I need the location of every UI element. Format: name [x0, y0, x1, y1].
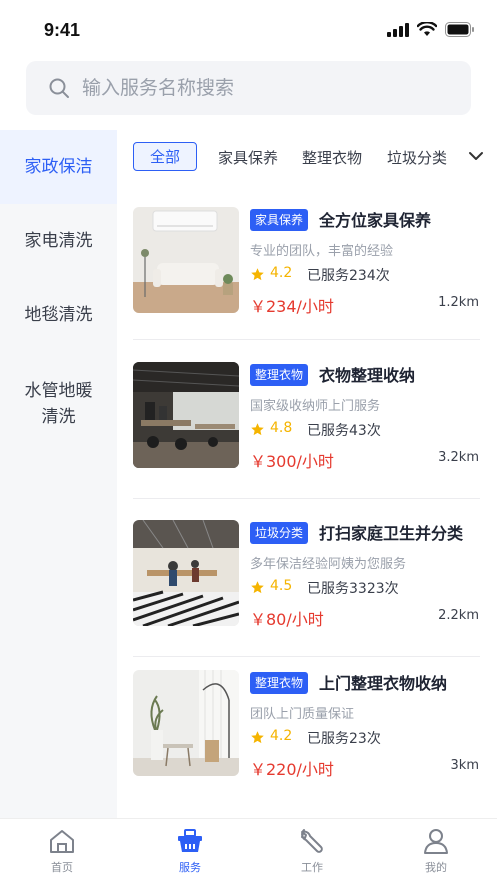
star-icon	[251, 731, 264, 744]
service-card[interactable]: 整理衣物 上门整理衣物收纳 团队上门质量保证 4.2 已服务23次 ￥220/小…	[133, 670, 479, 780]
service-price: ￥234/小时	[250, 297, 334, 316]
search-bar[interactable]	[26, 61, 471, 115]
service-distance: 2.2km	[438, 608, 479, 623]
sidebar-item-pipe-heating-cleaning[interactable]: 水管地暖 清洗	[0, 366, 117, 442]
service-price: ￥80/小时	[250, 610, 324, 629]
service-tag: 家具保养	[250, 209, 309, 231]
nav-work[interactable]: 工作	[272, 827, 352, 875]
nav-home[interactable]: 首页	[22, 827, 102, 875]
service-tag: 整理衣物	[250, 672, 309, 694]
service-price: ￥220/小时	[250, 760, 334, 779]
nav-label: 服务	[179, 861, 201, 874]
profile-icon	[424, 829, 448, 854]
search-input[interactable]	[82, 77, 442, 99]
service-description: 专业的团队，丰富的经验	[250, 244, 394, 259]
service-served-count: 已服务3323次	[307, 581, 399, 597]
search-icon	[49, 78, 69, 98]
star-icon	[251, 268, 264, 281]
service-distance: 1.2km	[438, 295, 479, 310]
tab-garbage-sorting[interactable]: 垃圾分类	[387, 147, 447, 168]
sidebar-item-appliance-cleaning[interactable]: 家电清洗	[0, 204, 117, 278]
service-title: 全方位家具保养	[319, 211, 432, 230]
service-image-office	[133, 362, 239, 468]
status-icons	[387, 22, 475, 37]
sidebar-item-label: 地毯清洗	[24, 305, 93, 325]
divider	[133, 656, 480, 657]
divider	[133, 339, 480, 340]
service-title: 衣物整理收纳	[319, 366, 416, 385]
divider	[133, 498, 480, 499]
service-title: 打扫家庭卫生并分类	[319, 524, 464, 543]
category-sidebar: 家政保洁 家电清洗 地毯清洗 水管地暖 清洗	[0, 130, 117, 820]
battery-icon	[445, 22, 474, 37]
service-basket-icon	[178, 829, 202, 852]
service-tag: 整理衣物	[250, 364, 309, 386]
service-tag: 垃圾分类	[250, 522, 309, 544]
service-served-count: 已服务234次	[307, 268, 390, 284]
service-price: ￥300/小时	[250, 452, 334, 471]
nav-label: 工作	[301, 861, 323, 874]
nav-label: 我的	[425, 861, 447, 874]
service-description: 国家级收纳师上门服务	[250, 399, 381, 414]
sidebar-item-carpet-cleaning[interactable]: 地毯清洗	[0, 278, 117, 352]
service-distance: 3km	[450, 758, 479, 773]
signal-icon	[387, 22, 409, 37]
service-served-count: 已服务23次	[307, 731, 381, 747]
service-image-workspace	[133, 520, 239, 626]
sidebar-item-label: 家政保洁	[24, 157, 93, 177]
service-rating: 4.8	[270, 420, 293, 436]
status-bar: 9:41	[0, 0, 497, 60]
service-rating: 4.2	[270, 728, 293, 744]
wifi-icon	[417, 22, 437, 36]
service-served-count: 已服务43次	[307, 423, 381, 439]
bottom-nav: 首页 服务 工作 我的	[0, 818, 497, 883]
tab-furniture-care[interactable]: 家具保养	[218, 147, 278, 168]
service-rating: 4.5	[270, 578, 293, 594]
service-card[interactable]: 整理衣物 衣物整理收纳 国家级收纳师上门服务 4.8 已服务43次 ￥300/小…	[133, 362, 479, 472]
service-image-interior	[133, 670, 239, 776]
service-rating: 4.2	[270, 265, 293, 281]
nav-label: 首页	[51, 861, 73, 874]
star-icon	[251, 423, 264, 436]
sidebar-item-housekeeping[interactable]: 家政保洁	[0, 130, 117, 204]
home-icon	[50, 830, 74, 853]
star-icon	[251, 581, 264, 594]
service-card[interactable]: 垃圾分类 打扫家庭卫生并分类 多年保洁经验阿姨为您服务 4.5 已服务3323次…	[133, 520, 479, 630]
chevron-down-icon[interactable]	[468, 150, 484, 162]
sidebar-item-label: 水管地暖 清洗	[24, 381, 93, 427]
service-description: 团队上门质量保证	[250, 707, 355, 722]
service-distance: 3.2km	[438, 450, 479, 465]
service-description: 多年保洁经验阿姨为您服务	[250, 557, 407, 572]
tab-all[interactable]: 全部	[133, 142, 197, 171]
nav-profile[interactable]: 我的	[396, 827, 476, 875]
service-image-living-room	[133, 207, 239, 313]
sidebar-item-label: 家电清洗	[24, 231, 93, 251]
status-time: 9:41	[44, 20, 81, 40]
wrench-icon	[301, 829, 323, 853]
service-title: 上门整理衣物收纳	[319, 674, 448, 693]
nav-service[interactable]: 服务	[150, 827, 230, 875]
tab-clothes-organizing[interactable]: 整理衣物	[302, 147, 362, 168]
service-card[interactable]: 家具保养 全方位家具保养 专业的团队，丰富的经验 4.2 已服务234次 ￥23…	[133, 207, 479, 317]
